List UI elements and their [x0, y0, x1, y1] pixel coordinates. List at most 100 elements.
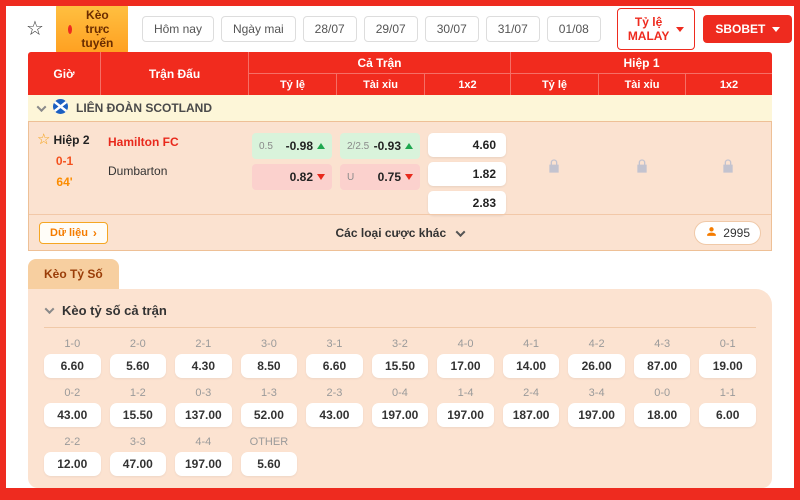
score-odds-cell: 3-0 8.50	[241, 338, 298, 378]
odds-down-icon	[405, 174, 413, 180]
match-score: 0-1	[29, 154, 100, 168]
provider-button[interactable]: SBOBET	[703, 15, 792, 43]
overunder-odds-value: 0.75	[378, 170, 401, 184]
score-odds-button[interactable]: 4.30	[175, 354, 232, 378]
away-team-name[interactable]: Dumbarton	[108, 164, 240, 178]
score-odds-button[interactable]: 197.00	[437, 403, 494, 427]
1x2-odds-away[interactable]: 2.83	[428, 191, 506, 215]
score-odds-button[interactable]: 137.00	[175, 403, 232, 427]
tab-score-odds[interactable]: Kèo Tỷ Số	[28, 259, 119, 289]
col-header-fulltime: Cả Trận	[248, 52, 510, 74]
main-content: Giờ Trận Đấu Cả Trận Hiệp 1 Tỷ lệ Tài xỉ…	[6, 52, 794, 488]
score-label: 4-0	[437, 338, 494, 350]
score-odds-cell: 3-1 6.60	[306, 338, 363, 378]
1x2-odds-home[interactable]: 4.60	[428, 133, 506, 157]
score-odds-button[interactable]: 6.60	[44, 354, 101, 378]
favorites-star-icon[interactable]: ☆	[26, 19, 44, 39]
score-label: 1-3	[241, 387, 298, 399]
1x2-odds-draw[interactable]: 1.82	[428, 162, 506, 186]
live-dot-icon	[68, 25, 72, 34]
overunder-odds-top[interactable]: 2/2.5 -0.93	[340, 133, 420, 159]
score-odds-button[interactable]: 18.00	[634, 403, 691, 427]
score-section-header[interactable]: Kèo tỷ số cả trận	[44, 299, 756, 328]
score-odds-button[interactable]: 12.00	[44, 452, 101, 476]
score-label: 2-0	[110, 338, 167, 350]
data-button[interactable]: Dữ liệu ›	[39, 222, 108, 244]
subcol-header-overunder-fh: Tài xỉu	[598, 74, 685, 95]
league-name: LIÊN ĐOÀN SCOTLAND	[76, 101, 212, 115]
score-label: 0-0	[634, 387, 691, 399]
score-odds-button[interactable]: 197.00	[372, 403, 429, 427]
betting-page: ☆ Kèo trực tuyến Hôm nay Ngày mai 28/07 …	[6, 6, 794, 488]
date-tab[interactable]: 28/07	[303, 16, 357, 42]
score-label: 1-0	[44, 338, 101, 350]
subcol-header-1x2-fh: 1x2	[685, 74, 772, 95]
date-tab[interactable]: Ngày mai	[221, 16, 296, 42]
chevron-down-icon	[45, 304, 55, 314]
handicap-odds-cell: 0.5 -0.98 0.82	[248, 122, 336, 215]
handicap-odds-bottom[interactable]: 0.82	[252, 164, 332, 190]
league-row[interactable]: LIÊN ĐOÀN SCOTLAND	[28, 95, 772, 121]
score-odds-button[interactable]: 197.00	[175, 452, 232, 476]
score-odds-button[interactable]: 14.00	[503, 354, 560, 378]
score-label: 2-2	[44, 436, 101, 448]
score-odds-button[interactable]: 5.60	[110, 354, 167, 378]
date-tab[interactable]: Hôm nay	[142, 16, 214, 42]
score-odds-button[interactable]: 19.00	[699, 354, 756, 378]
overunder-line: U	[347, 172, 354, 183]
score-odds-cell: 0-1 19.00	[699, 338, 756, 378]
score-label: 0-3	[175, 387, 232, 399]
score-odds-grid: 1-0 6.60 2-0 5.60 2-1 4.30 3-0	[44, 338, 756, 476]
score-odds-button[interactable]: 197.00	[568, 403, 625, 427]
firsthalf-1x2-locked-cell	[685, 122, 771, 215]
score-odds-button[interactable]: 43.00	[44, 403, 101, 427]
match-actions-row: Dữ liệu › Các loại cược khác 2995	[29, 214, 771, 250]
score-odds-button[interactable]: 5.60	[241, 452, 298, 476]
score-odds-cell: 2-3 43.00	[306, 387, 363, 427]
more-bets-toggle[interactable]: Các loại cược khác	[29, 226, 771, 240]
score-odds-button[interactable]: 6.60	[306, 354, 363, 378]
score-label: 0-4	[372, 387, 429, 399]
date-tab[interactable]: 31/07	[486, 16, 540, 42]
score-odds-button[interactable]: 47.00	[110, 452, 167, 476]
viewers-count-badge: 2995	[694, 221, 761, 245]
score-odds-cell: 3-3 47.00	[110, 436, 167, 476]
data-button-label: Dữ liệu	[50, 227, 88, 239]
viewers-icon	[705, 225, 718, 241]
score-odds-cell: 1-1 6.00	[699, 387, 756, 427]
overunder-odds-bottom[interactable]: U 0.75	[340, 164, 420, 190]
date-tab[interactable]: 01/08	[547, 16, 601, 42]
odds-format-button[interactable]: Tỷ lệ MALAY	[617, 8, 696, 50]
match-favorite-star-icon[interactable]: ☆	[37, 132, 50, 147]
score-label: 3-0	[241, 338, 298, 350]
score-odds-button[interactable]: 87.00	[634, 354, 691, 378]
chevron-down-icon	[456, 227, 466, 237]
score-odds-button[interactable]: 6.00	[699, 403, 756, 427]
home-team-name[interactable]: Hamilton FC	[108, 135, 240, 149]
subcol-header-handicap-ft: Tỷ lệ	[248, 74, 336, 95]
score-odds-cell: 0-2 43.00	[44, 387, 101, 427]
overunder-odds-value: -0.93	[374, 139, 401, 153]
live-odds-button[interactable]: Kèo trực tuyến	[56, 2, 128, 56]
score-label: 4-1	[503, 338, 560, 350]
score-odds-button[interactable]: 15.50	[372, 354, 429, 378]
odds-down-icon	[317, 174, 325, 180]
date-tab[interactable]: 29/07	[364, 16, 418, 42]
subcol-header-1x2-ft: 1x2	[424, 74, 510, 95]
score-odds-button[interactable]: 8.50	[241, 354, 298, 378]
score-odds-cell: 1-0 6.60	[44, 338, 101, 378]
score-odds-button[interactable]: 187.00	[503, 403, 560, 427]
score-odds-button[interactable]: 17.00	[437, 354, 494, 378]
score-odds-cell: 2-4 187.00	[503, 387, 560, 427]
score-odds-button[interactable]: 15.50	[110, 403, 167, 427]
handicap-odds-top[interactable]: 0.5 -0.98	[252, 133, 332, 159]
score-odds-panel: Kèo tỷ số cả trận 1-0 6.60 2-0 5.60 2	[28, 289, 772, 488]
score-odds-button[interactable]: 52.00	[241, 403, 298, 427]
score-label: 3-2	[372, 338, 429, 350]
chevron-right-icon: ›	[93, 227, 97, 239]
date-tab[interactable]: 30/07	[425, 16, 479, 42]
chevron-down-icon	[37, 102, 47, 112]
score-odds-button[interactable]: 26.00	[568, 354, 625, 378]
match-teams-cell: Hamilton FC Dumbarton	[100, 122, 248, 215]
score-odds-button[interactable]: 43.00	[306, 403, 363, 427]
